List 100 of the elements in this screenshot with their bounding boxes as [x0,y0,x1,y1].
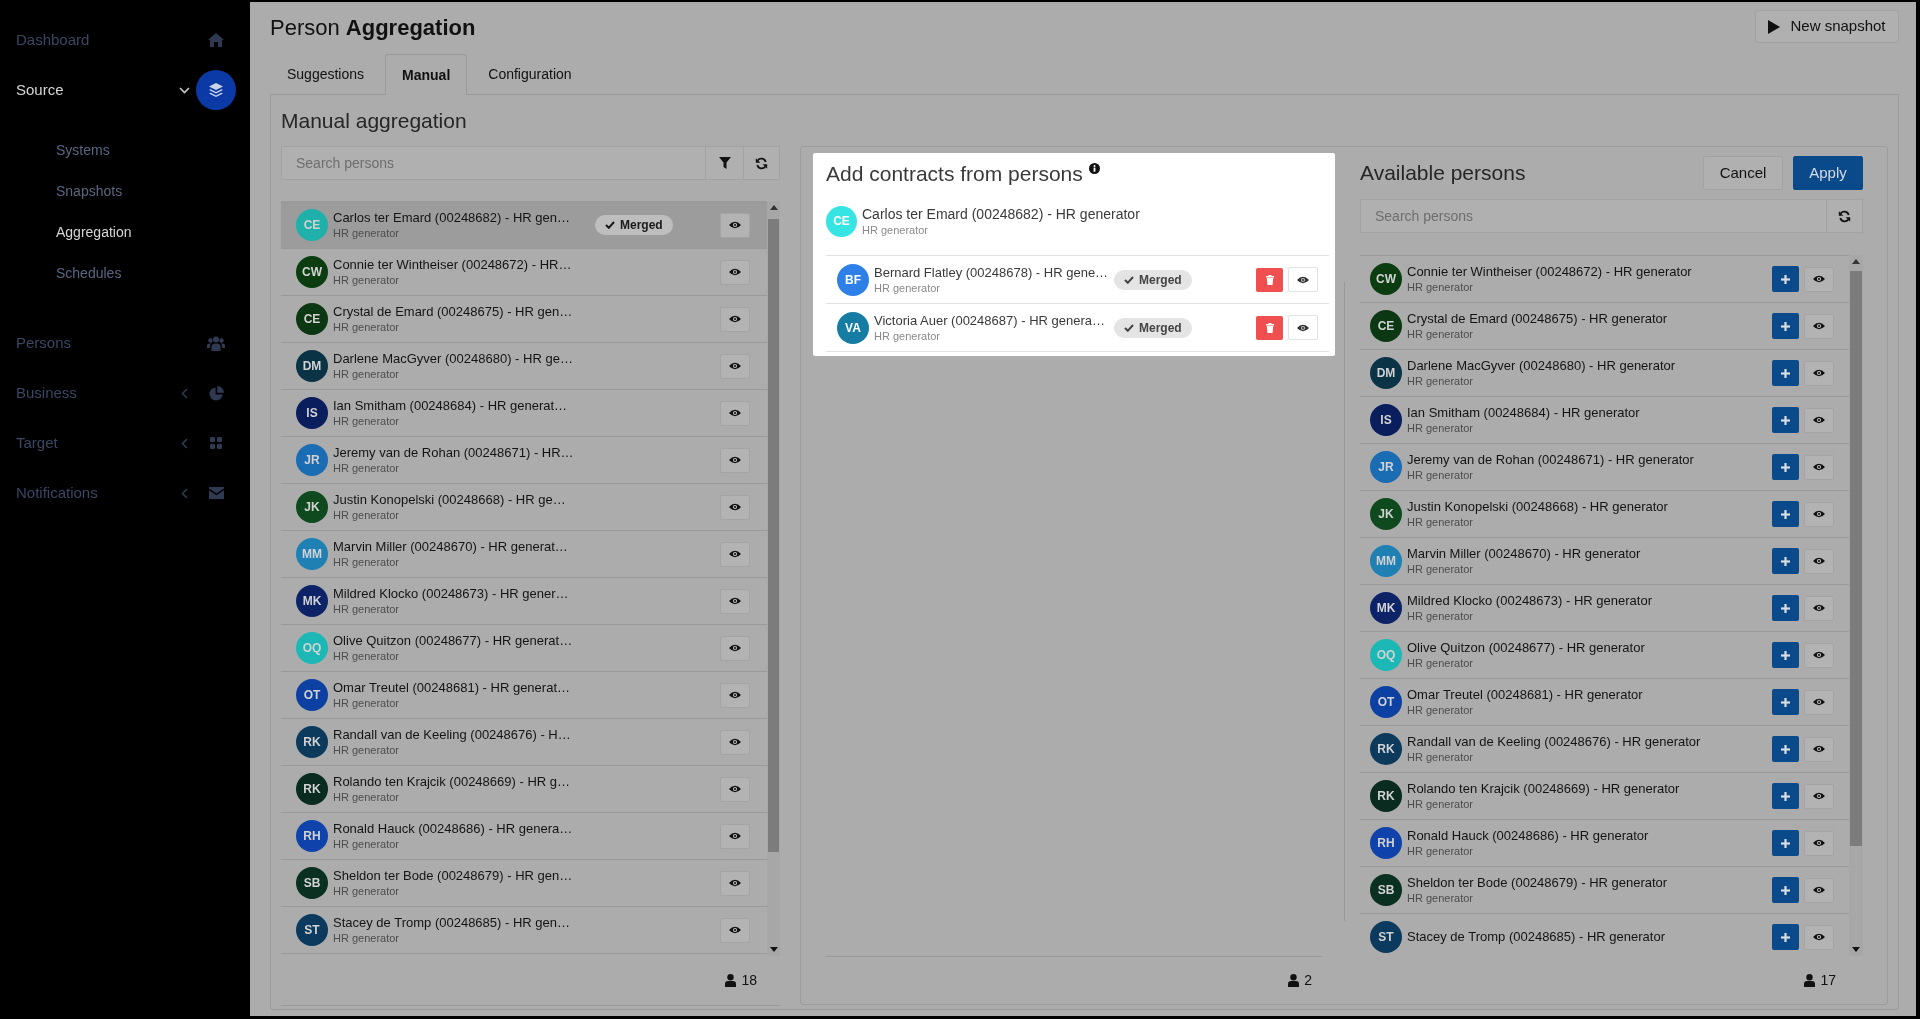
add-button[interactable] [1772,924,1799,950]
delete-button[interactable] [1256,315,1283,340]
sidebar-subitem[interactable]: Schedules [0,253,250,294]
eye-icon [1813,369,1825,377]
add-button[interactable] [1772,642,1799,668]
view-button[interactable] [1804,548,1834,574]
view-button[interactable] [720,306,750,332]
view-button[interactable] [1804,454,1834,480]
search-field[interactable]: Search persons [1360,199,1827,233]
view-button[interactable] [1804,266,1834,292]
view-button[interactable] [1804,407,1834,433]
person-subtitle: HR generator [1407,891,1475,905]
tab[interactable]: Configuration [471,54,589,94]
view-button[interactable] [720,588,750,614]
avatar: MM [296,538,328,570]
add-button[interactable] [1772,501,1799,527]
view-button[interactable] [1804,830,1834,856]
page-title: Person Aggregation [270,14,476,42]
refresh-button[interactable] [744,146,780,180]
sidebar-item[interactable]: Source [0,65,250,115]
person-name: Darlene MacGyver (00248680) - HR ge… [333,351,574,367]
add-button[interactable] [1772,313,1799,339]
view-button[interactable] [1804,360,1834,386]
filter-button[interactable] [706,146,744,180]
person-name: Omar Treutel (00248681) - HR generat… [333,680,571,696]
delete-button[interactable] [1256,267,1283,292]
eye-icon [729,738,741,746]
eye-icon [1813,416,1825,424]
add-button[interactable] [1772,266,1799,292]
avatar: ST [1370,921,1402,953]
scrollbar[interactable] [1849,255,1863,956]
add-button[interactable] [1772,407,1799,433]
avatar: RK [1370,733,1402,765]
view-button[interactable] [1804,877,1834,903]
view-button[interactable] [720,212,750,238]
cancel-button[interactable]: Cancel [1703,156,1783,190]
scroll-up-icon[interactable] [769,205,778,210]
scroll-down-icon[interactable] [1852,947,1860,952]
eye-icon [1813,604,1825,612]
add-button[interactable] [1772,454,1799,480]
view-button[interactable] [1804,501,1834,527]
home-icon [208,33,224,47]
add-button[interactable] [1772,360,1799,386]
avatar: SB [1370,874,1402,906]
scrollbar-thumb[interactable] [768,219,779,852]
add-button[interactable] [1772,548,1799,574]
view-button[interactable] [1804,595,1834,621]
person-subtitle: HR generator [1407,797,1475,811]
person-name: Crystal de Emard (00248675) - HR generator [1407,311,1668,327]
view-button[interactable] [720,917,750,943]
scroll-down-icon[interactable] [769,947,778,952]
tab[interactable]: Manual [385,54,468,95]
sidebar-subitem[interactable]: Aggregation [0,212,250,253]
view-button[interactable] [1804,736,1834,762]
add-button[interactable] [1772,736,1799,762]
chevron-left-icon [180,387,188,399]
person-name: Carlos ter Emard (00248682) - HR gen… [333,210,571,226]
add-button[interactable] [1772,595,1799,621]
scroll-up-icon[interactable] [1852,259,1860,264]
person-list-item[interactable]: CE Carlos ter Emard (00248682) - HR gen… HR generator Merged [281,202,767,249]
view-button[interactable] [720,353,750,379]
view-button[interactable] [720,635,750,661]
scrollbar[interactable] [767,201,780,956]
add-button[interactable] [1772,877,1799,903]
sidebar-subitem[interactable]: Systems [0,130,250,171]
view-button[interactable] [1804,689,1834,715]
view-button[interactable] [1804,313,1834,339]
view-button[interactable] [720,259,750,285]
add-button[interactable] [1772,783,1799,809]
view-button[interactable] [720,823,750,849]
plus-icon [1781,274,1790,284]
sidebar-subitem[interactable]: Snapshots [0,171,250,212]
view-button[interactable] [720,870,750,896]
new-snapshot-button[interactable]: New snapshot [1755,10,1899,43]
search-field[interactable]: Search persons [281,146,706,180]
person-name: Sheldon ter Bode (00248679) - HR generator [1407,875,1668,891]
apply-button[interactable]: Apply [1793,156,1863,190]
view-button[interactable] [720,776,750,802]
person-subtitle: HR generator [1407,468,1475,482]
view-button[interactable] [1804,924,1834,950]
refresh-button[interactable] [1827,199,1863,233]
add-button[interactable] [1772,830,1799,856]
view-button[interactable] [720,541,750,567]
view-button[interactable] [1804,783,1834,809]
person-subtitle: HR generator [1407,374,1475,388]
person-subtitle: HR generator [333,414,401,428]
view-button[interactable] [720,447,750,473]
view-button[interactable] [1804,642,1834,668]
person-name: Bernard Flatley (00248678) - HR gene… [874,264,1110,281]
eye-icon [1297,275,1309,284]
scrollbar-thumb[interactable] [1850,271,1862,846]
view-button[interactable] [720,400,750,426]
chevron-left-icon [180,437,188,449]
view-button[interactable] [720,682,750,708]
eye-icon [729,785,741,793]
tab[interactable]: Suggestions [270,54,382,94]
view-button[interactable] [720,494,750,520]
eye-icon [729,879,741,887]
view-button[interactable] [720,729,750,755]
add-button[interactable] [1772,689,1799,715]
